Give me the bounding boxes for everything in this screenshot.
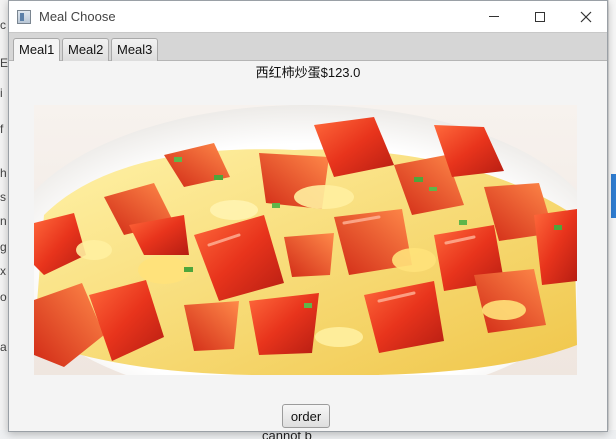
maximize-icon <box>535 11 545 22</box>
title-bar[interactable]: Meal Choose <box>9 1 607 32</box>
meal-label: 西红柿炒蛋$123.0 <box>255 65 361 80</box>
bg-fragment: i <box>0 86 3 100</box>
bg-fragment: o <box>0 290 7 304</box>
app-icon <box>17 9 31 24</box>
bg-fragment: n <box>0 214 7 228</box>
tab-meal3[interactable]: Meal3 <box>111 38 159 62</box>
maximize-button[interactable] <box>517 1 563 32</box>
close-button[interactable] <box>563 1 609 32</box>
bg-fragment: s <box>0 190 6 204</box>
minimize-button[interactable] <box>471 1 517 32</box>
close-icon <box>580 11 592 22</box>
bg-fragment: f <box>0 122 4 136</box>
meal-choose-window: Meal Choose Meal1 Meal2 Meal3 西红柿炒蛋$123.… <box>8 0 608 432</box>
minimize-icon <box>489 16 499 17</box>
background-scroll-marker <box>611 174 616 218</box>
tab-strip: Meal1 Meal2 Meal3 <box>9 32 607 63</box>
tab-content: 西红柿炒蛋$123.0 order <box>9 61 607 431</box>
bg-fragment: h <box>0 166 7 180</box>
bg-fragment: g <box>0 240 7 254</box>
order-button[interactable]: order <box>282 404 330 428</box>
background-right-edge <box>608 0 616 439</box>
bg-fragment: c <box>0 18 6 32</box>
tab-meal1[interactable]: Meal1 <box>13 38 61 63</box>
bg-fragment: E <box>0 56 9 70</box>
bg-fragment: x <box>0 264 6 278</box>
bg-fragment: a <box>0 340 7 354</box>
tab-meal2[interactable]: Meal2 <box>62 38 110 62</box>
window-title: Meal Choose <box>39 9 116 24</box>
meal-photo <box>34 105 577 375</box>
